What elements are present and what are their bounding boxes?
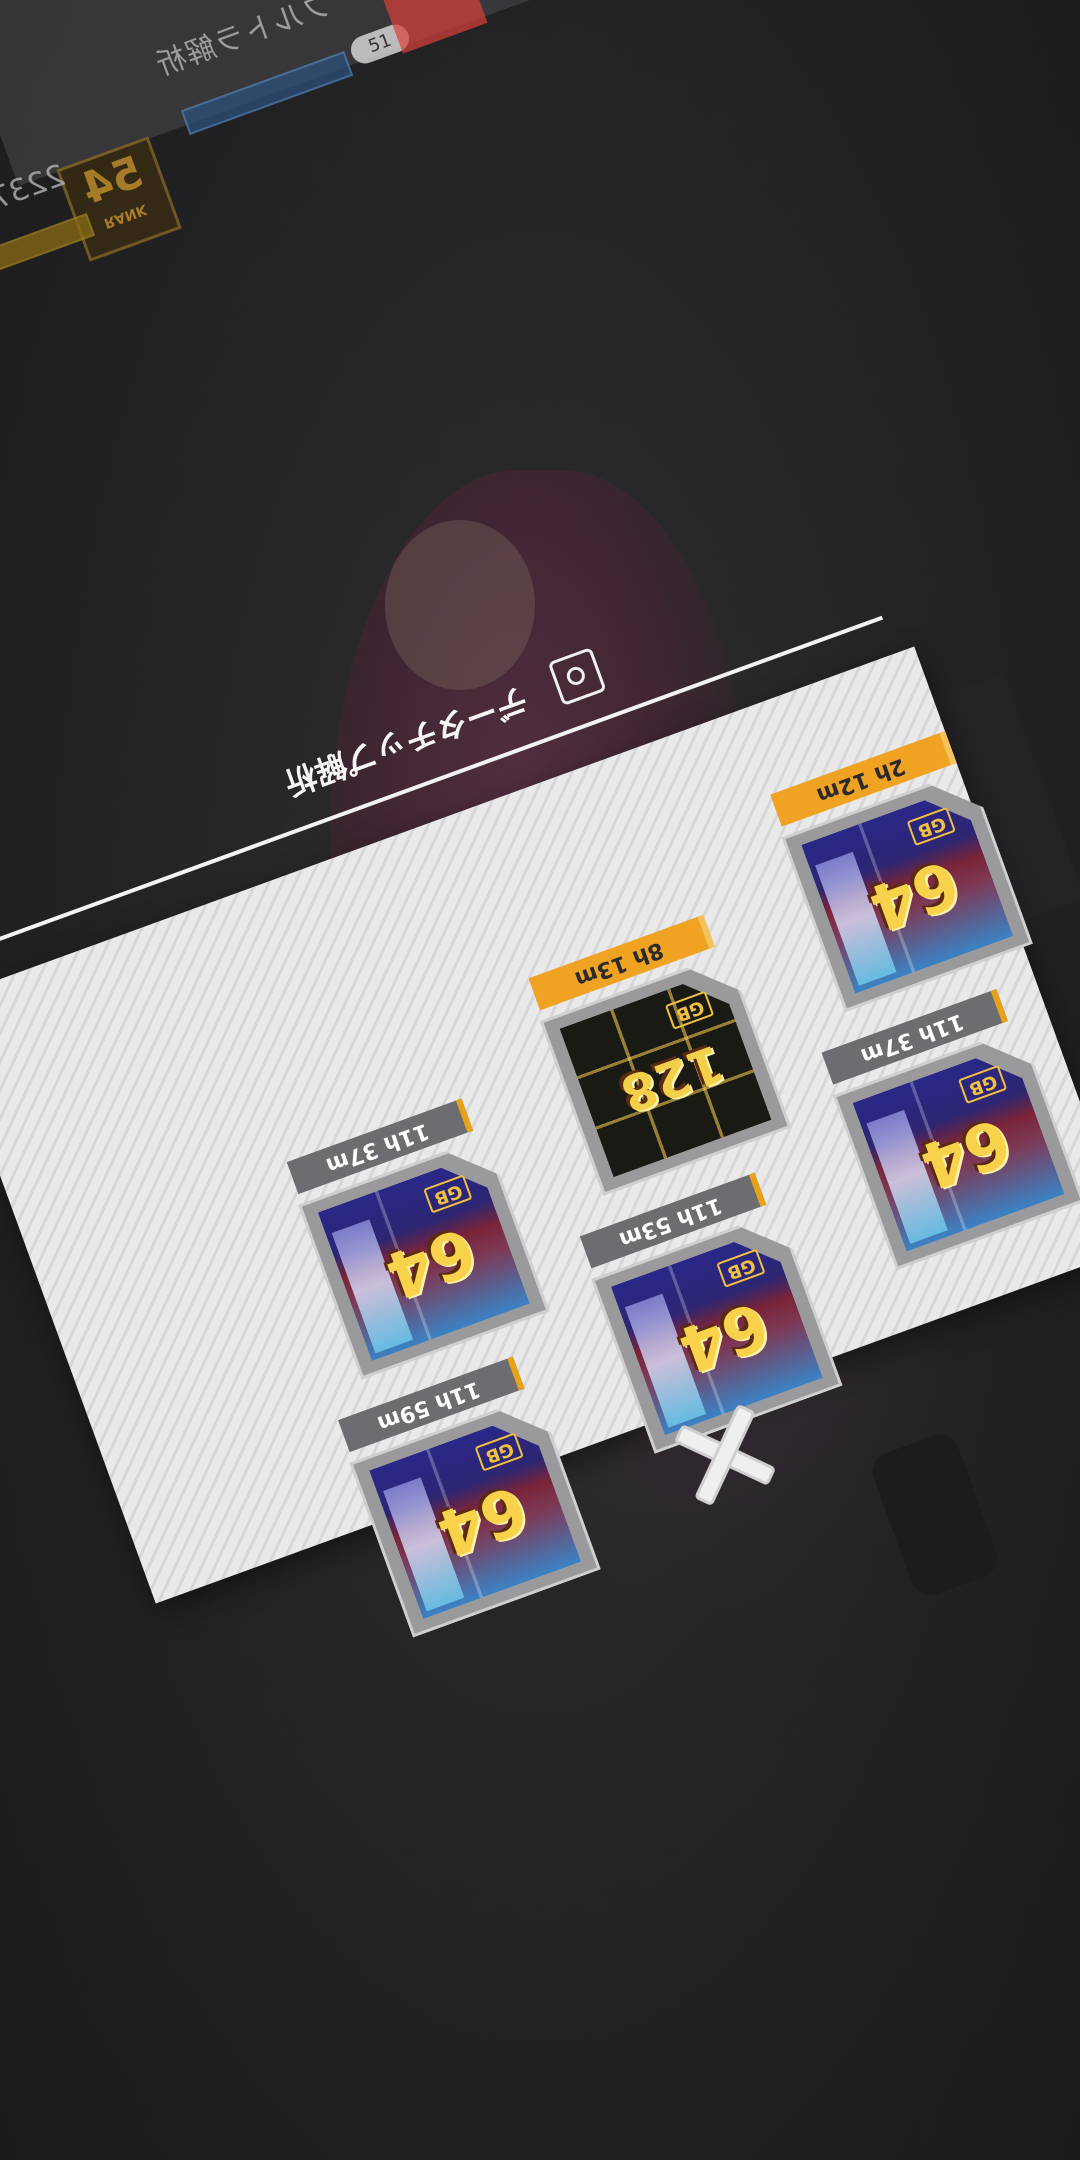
score-text: 2237 [0, 157, 71, 218]
character-face [385, 520, 535, 690]
gold-bar [0, 212, 95, 272]
